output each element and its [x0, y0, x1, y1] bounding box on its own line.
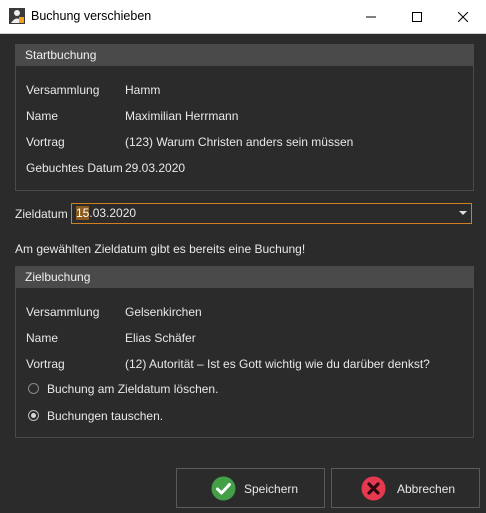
maximize-button[interactable]: [394, 0, 440, 33]
cancel-button[interactable]: Abbrechen: [331, 468, 480, 508]
target-booking-group: Zielbuchung Versammlung Gelsenkirchen Na…: [15, 266, 474, 438]
conflict-warning: Am gewählten Zieldatum gibt es bereits e…: [15, 242, 306, 256]
start-name-label: Name: [26, 109, 59, 123]
start-booking-header: Startbuchung: [16, 45, 473, 66]
maximize-icon: [412, 11, 422, 22]
radio-unchecked-icon[interactable]: [28, 383, 39, 394]
radio-checked-icon[interactable]: [28, 410, 39, 421]
app-icon: [9, 8, 25, 24]
save-button[interactable]: Speichern: [176, 468, 325, 508]
minimize-icon: [366, 16, 376, 17]
start-name-value: Maximilian Herrmann: [125, 109, 239, 123]
cancel-icon: [361, 476, 386, 501]
target-date-picker[interactable]: 15.03.2020: [71, 203, 472, 224]
target-booking-header: Zielbuchung: [16, 267, 473, 288]
target-talk-label: Vortrag: [26, 357, 65, 371]
start-talk-value: (123) Warum Christen anders sein müssen: [125, 135, 354, 149]
checkmark-icon: [211, 476, 236, 501]
close-icon: [458, 11, 468, 22]
chevron-down-icon[interactable]: [455, 204, 471, 223]
title-bar: Buchung verschieben: [0, 0, 486, 34]
start-congregation-value: Hamm: [125, 83, 161, 97]
start-date-value: 29.03.2020: [125, 161, 186, 175]
target-date-label: Zieldatum: [15, 207, 68, 221]
start-date-label: Gebuchtes Datum: [26, 161, 123, 175]
close-button[interactable]: [440, 0, 486, 33]
start-talk-label: Vortrag: [26, 135, 65, 149]
target-name-value: Elias Schäfer: [125, 331, 196, 345]
window-title: Buchung verschieben: [31, 9, 152, 23]
minimize-button[interactable]: [348, 0, 394, 33]
start-congregation-label: Versammlung: [26, 83, 100, 97]
cancel-button-label: Abbrechen: [397, 482, 456, 496]
target-date-selected-part: 15: [76, 206, 90, 220]
target-name-label: Name: [26, 331, 59, 345]
save-button-label: Speichern: [244, 482, 299, 496]
swap-bookings-label[interactable]: Buchungen tauschen.: [47, 408, 163, 424]
delete-booking-label[interactable]: Buchung am Zieldatum löschen.: [47, 381, 218, 397]
start-booking-group: Startbuchung Versammlung Hamm Name Maxim…: [15, 44, 474, 191]
target-talk-value: (12) Autorität – Ist es Gott wichtig wie…: [125, 357, 430, 371]
target-date-value[interactable]: 15.03.2020: [76, 206, 136, 220]
target-congregation-value: Gelsenkirchen: [125, 305, 202, 319]
target-congregation-label: Versammlung: [26, 305, 100, 319]
target-date-rest-part: .03.2020: [89, 206, 137, 220]
